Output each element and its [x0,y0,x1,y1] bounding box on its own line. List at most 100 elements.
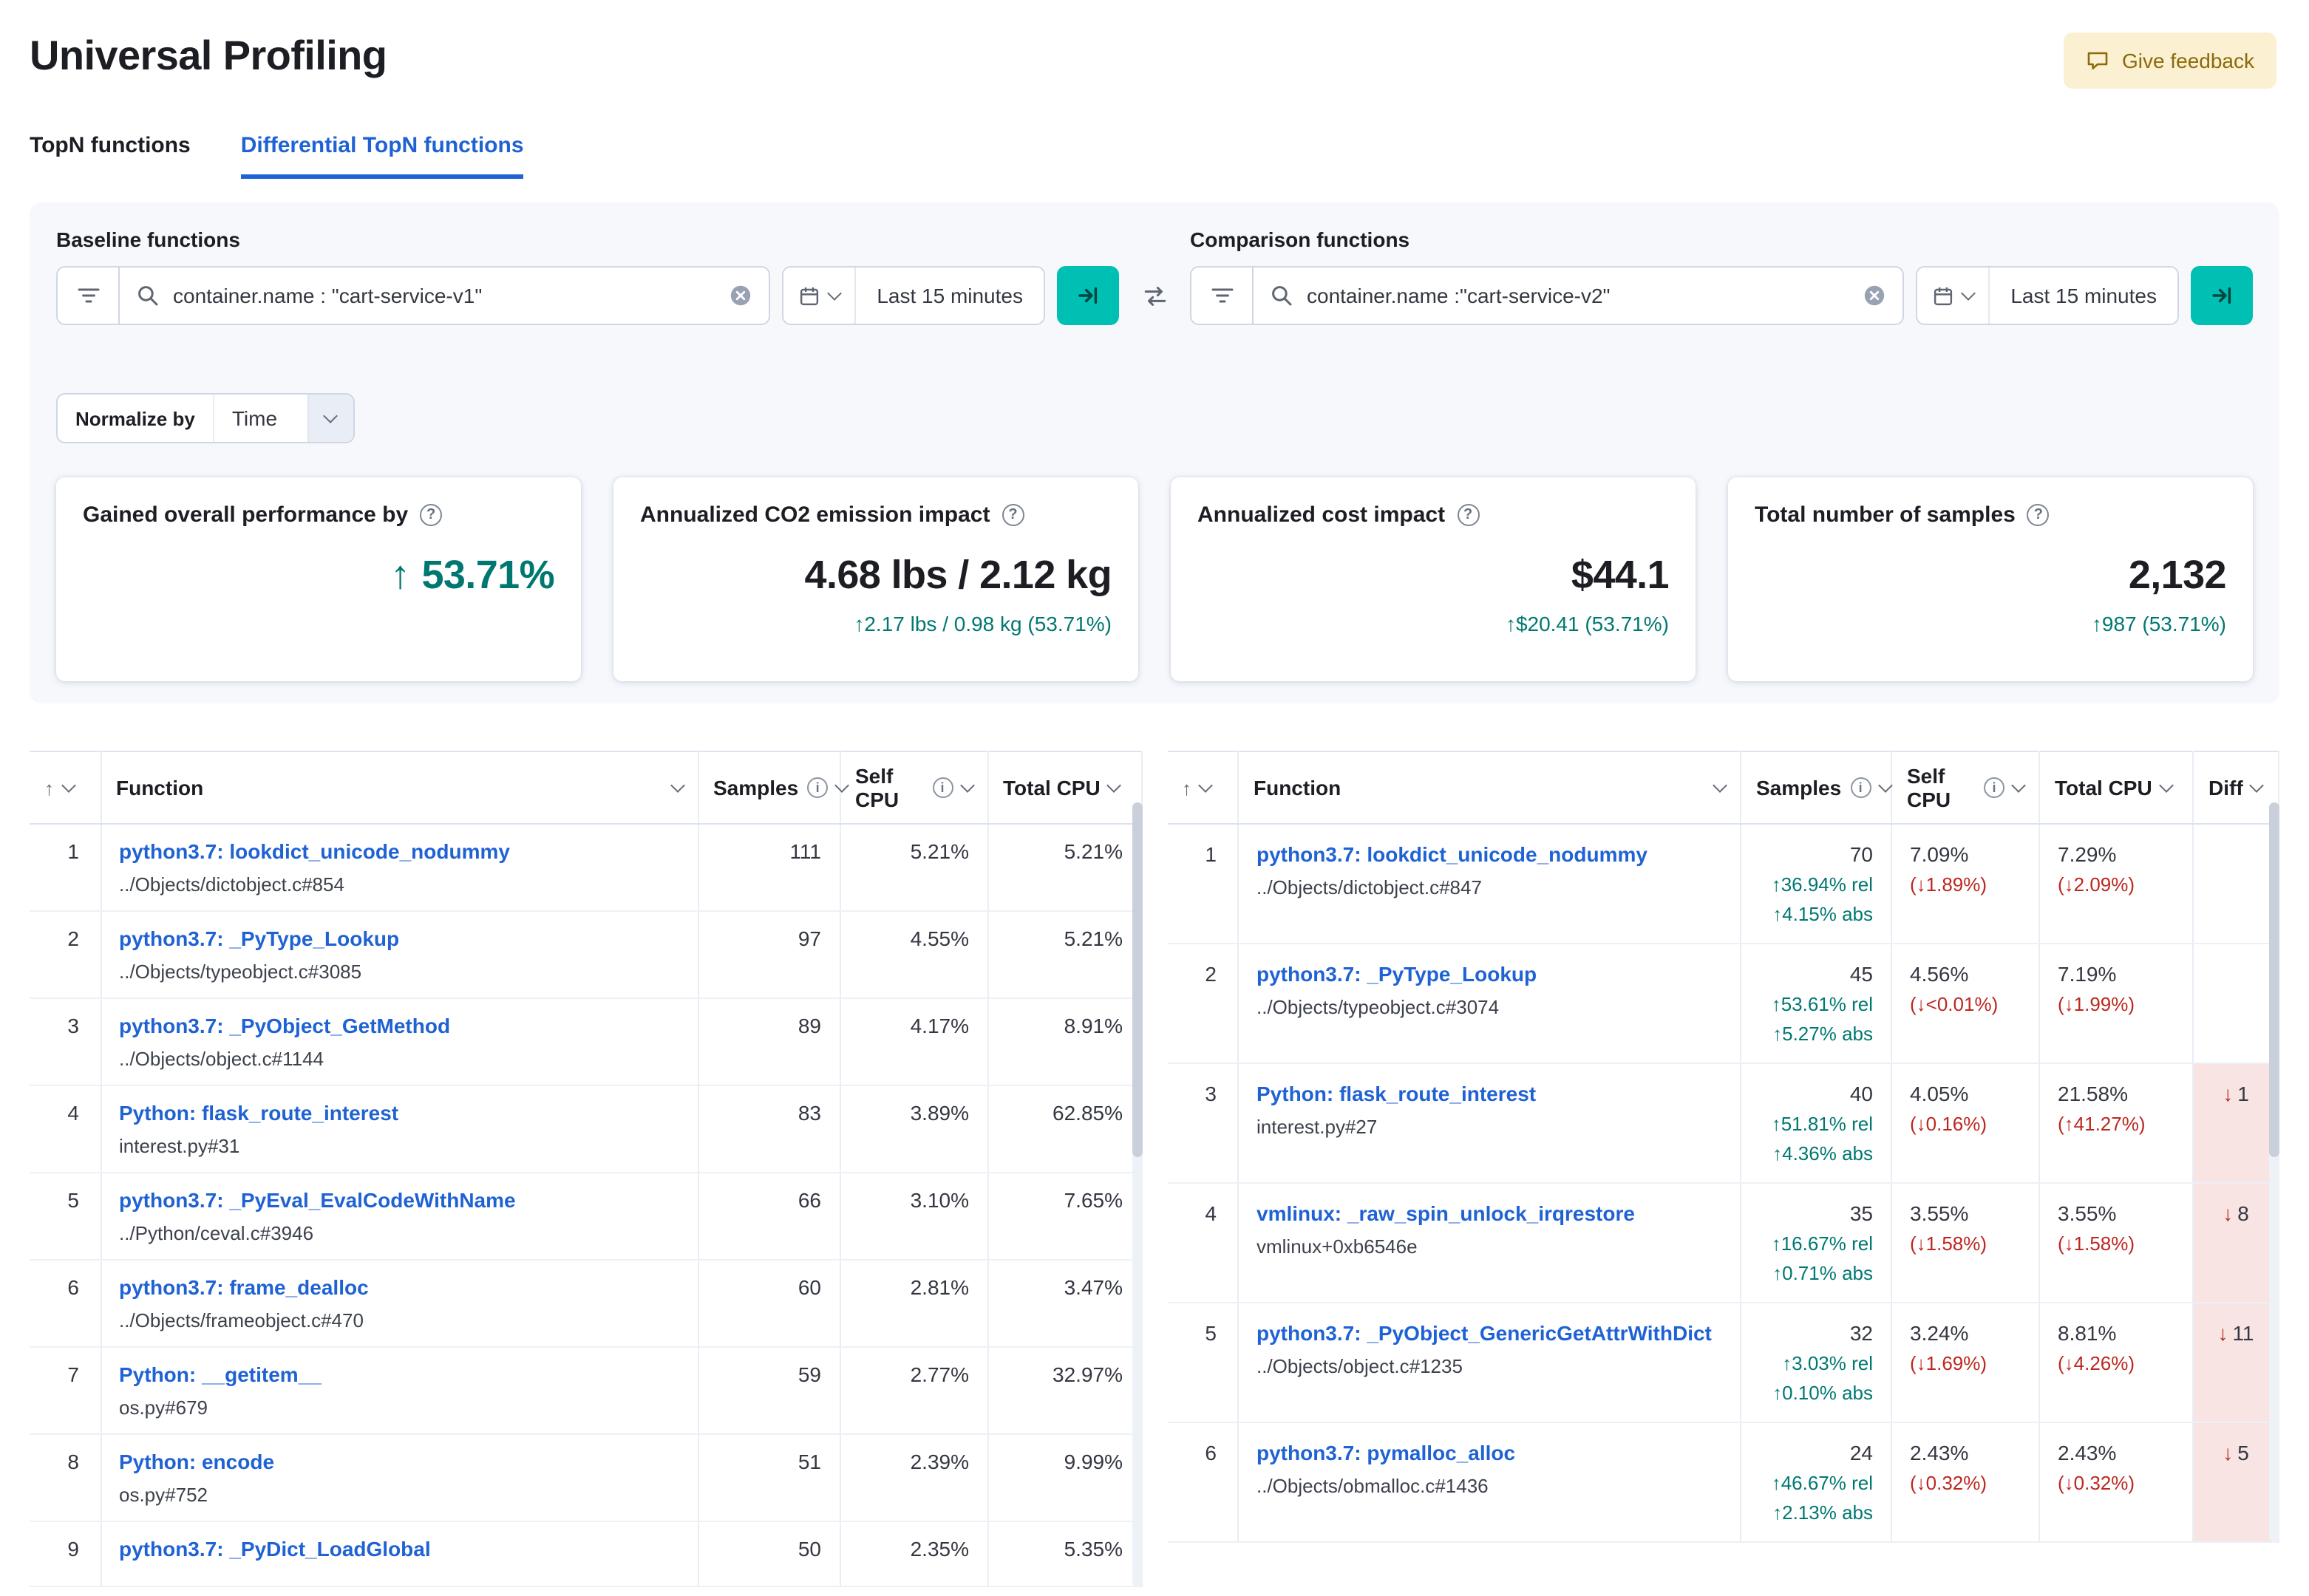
normalize-by-select[interactable]: Normalize by Time [56,393,355,443]
page-title: Universal Profiling [30,33,387,78]
self-cpu-cell: 2.81% [840,1260,988,1348]
total-cpu-cell: 7.19% (↓1.99%) [2039,944,2194,1064]
comparison-query-text: container.name :"cart-service-v2" [1307,284,1611,307]
comparison-column-header-samples[interactable]: Samples i [1741,751,1893,825]
baseline-query-input[interactable]: container.name : "cart-service-v1" [120,267,769,324]
total-cpu-delta: (↓1.99%) [2058,993,2135,1015]
function-link[interactable]: python3.7: _PyEval_EvalCodeWithName [119,1188,679,1212]
function-link[interactable]: vmlinux: _raw_spin_unlock_irqrestore [1256,1201,1722,1225]
comparison-column-header-total-cpu[interactable]: Total CPU [2039,751,2194,825]
comparison-column-header-self-cpu[interactable]: Self CPU i [1891,751,2040,825]
diff-cell: ↓ 5 [2193,1422,2279,1543]
chevron-down-icon [1198,778,1213,793]
table-row: 7 Python: __getitem__ os.py#679 59 2.77% … [30,1347,1142,1435]
baseline-column-header-self-cpu[interactable]: Self CPU i [840,751,988,825]
table-row: 4 vmlinux: _raw_spin_unlock_irqrestore vm… [1167,1183,2279,1303]
self-cpu-cell: 2.77% [840,1347,988,1435]
baseline-column-header-rank[interactable]: ↑ [30,751,101,825]
tab-differential-topn-functions[interactable]: Differential TopN functions [240,133,524,179]
rank-cell: 6 [30,1260,101,1348]
function-file: ../Python/ceval.c#3946 [119,1222,314,1244]
baseline-date-picker: Last 15 minutes [782,266,1045,325]
help-icon[interactable]: ? [2027,504,2050,526]
function-link[interactable]: Python: flask_route_interest [119,1101,679,1125]
function-link[interactable]: Python: encode [119,1450,679,1473]
function-link[interactable]: Python: flask_route_interest [1256,1082,1722,1105]
chevron-down-icon [2249,778,2265,793]
chevron-down-icon [827,286,843,301]
total-cpu-delta: (↓1.58%) [2058,1232,2135,1255]
topbar: Universal Profiling Give feedback [0,0,2309,89]
function-link[interactable]: python3.7: lookdict_unicode_nodummy [119,839,679,863]
filter-icon [77,288,99,303]
column-label: Self CPU [855,764,900,811]
normalize-by-label: Normalize by [58,395,214,442]
baseline-filter-button[interactable] [58,267,120,324]
samples-relative-change: ↑3.03% rel [1782,1352,1873,1374]
tab-topn-functions[interactable]: TopN functions [30,133,191,179]
function-link[interactable]: python3.7: _PyDict_LoadGlobal [119,1537,679,1561]
baseline-calendar-button[interactable] [783,267,857,324]
total-cpu-cell: 3.55% (↓1.58%) [2039,1183,2194,1303]
function-file: ../Objects/frameobject.c#470 [119,1309,364,1331]
calendar-icon [800,287,819,305]
comparison-time-range-button[interactable]: Last 15 minutes [1990,267,2177,324]
baseline-clear-query-button[interactable] [729,284,752,307]
help-icon[interactable]: ? [420,504,443,526]
comparison-column-header-rank[interactable]: ↑ [1167,751,1239,825]
function-link[interactable]: python3.7: lookdict_unicode_nodummy [1256,842,1722,866]
self-cpu-delta: (↓0.32%) [1910,1472,1987,1494]
comparison-filter-button[interactable] [1191,267,1254,324]
table-row: 3 python3.7: _PyObject_GetMethod ../Objec… [30,998,1142,1086]
swap-queries-button[interactable] [1131,266,1178,325]
comparison-column-header-function[interactable]: Function [1238,751,1741,825]
function-link[interactable]: python3.7: _PyObject_GenericGetAttrWithD… [1256,1321,1722,1345]
rank-down-icon: ↓ [2223,1082,2234,1105]
search-icon [1272,286,1292,306]
info-icon: i [807,777,829,798]
baseline-column-header-samples[interactable]: Samples i [698,751,850,825]
samples-relative-change: ↑46.67% rel [1771,1472,1873,1494]
function-file: ../Objects/dictobject.c#847 [1256,876,1482,898]
give-feedback-button[interactable]: Give feedback [2063,33,2276,89]
self-cpu-cell: 3.10% [840,1173,988,1261]
comparison-table-scrollbar[interactable] [2269,802,2279,1543]
clear-icon [1865,285,1885,306]
chevron-down-icon[interactable] [307,395,353,442]
samples-absolute-change: ↑4.36% abs [1772,1142,1873,1164]
self-cpu-cell: 2.35% [840,1521,988,1587]
samples-cell: 24 ↑46.67% rel ↑2.13% abs [1741,1422,1892,1543]
function-file: os.py#752 [119,1484,208,1506]
total-cpu-cell: 21.58% (↑41.27%) [2039,1063,2194,1184]
self-cpu-cell: 4.56% (↓<0.01%) [1891,944,2040,1064]
samples-relative-change: ↑53.61% rel [1771,993,1873,1015]
function-file: ../Objects/typeobject.c#3074 [1256,996,1500,1018]
baseline-column-header-total-cpu[interactable]: Total CPU [987,751,1142,825]
comparison-query-input[interactable]: container.name :"cart-service-v2" [1254,267,1902,324]
chevron-down-icon [670,778,684,793]
baseline-submit-query-button[interactable] [1057,266,1119,325]
baseline-column-header-function[interactable]: Function [101,751,698,825]
help-icon[interactable]: ? [1002,504,1024,526]
card-delta: ↑2.17 lbs / 0.98 kg (53.71%) [854,612,1112,635]
self-cpu-cell: 3.55% (↓1.58%) [1891,1183,2040,1303]
samples-relative-change: ↑51.81% rel [1771,1113,1873,1135]
table-row: 6 python3.7: frame_dealloc ../Objects/fra… [30,1260,1142,1348]
function-link[interactable]: Python: __getitem__ [119,1363,679,1386]
function-link[interactable]: python3.7: _PyObject_GetMethod [119,1014,679,1037]
baseline-table: ↑ Function Samples i Self CPU i Total CPU … [30,751,1142,1587]
function-link[interactable]: python3.7: frame_dealloc [119,1275,679,1299]
baseline-table-scrollbar[interactable] [1132,802,1142,1587]
calendar-icon [1934,287,1953,305]
help-icon[interactable]: ? [1457,504,1480,526]
function-link[interactable]: python3.7: pymalloc_alloc [1256,1441,1722,1464]
function-link[interactable]: python3.7: _PyType_Lookup [1256,962,1722,986]
comparison-submit-query-button[interactable] [2191,266,2253,325]
function-link[interactable]: python3.7: _PyType_Lookup [119,927,679,950]
comparison-clear-query-button[interactable] [1863,284,1886,307]
baseline-time-range-button[interactable]: Last 15 minutes [856,267,1044,324]
swap-horizontal-icon [1143,286,1166,305]
comparison-column-header-diff[interactable]: Diff [2193,751,2279,825]
chevron-down-icon [959,778,974,793]
comparison-calendar-button[interactable] [1917,267,1990,324]
